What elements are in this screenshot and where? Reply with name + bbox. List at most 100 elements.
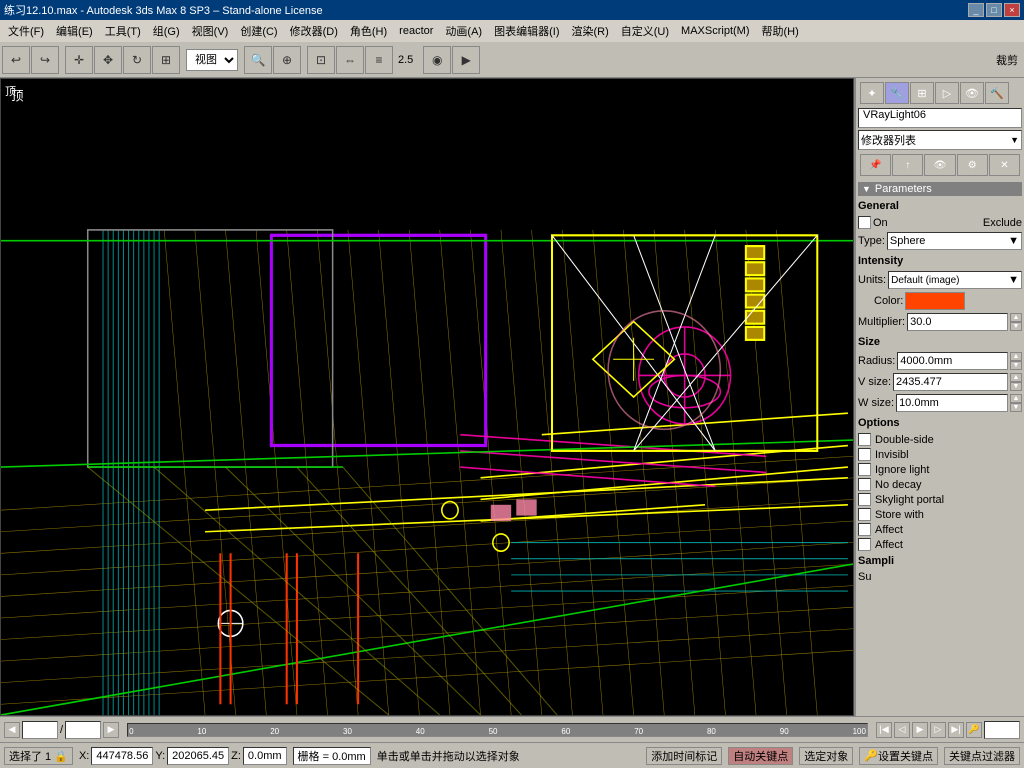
menu-tools[interactable]: 工具(T) <box>99 21 147 41</box>
menu-edit[interactable]: 编辑(E) <box>50 21 99 41</box>
menu-create[interactable]: 创建(C) <box>234 21 283 41</box>
tick-70: 70 <box>633 727 644 736</box>
vsize-value[interactable]: 2435.477 <box>893 373 1008 391</box>
align-button[interactable]: ≡ <box>365 46 393 74</box>
menu-render[interactable]: 渲染(R) <box>565 21 614 41</box>
rp-icon-display[interactable]: 👁 <box>960 82 984 104</box>
scene-svg: 顶 <box>1 79 853 715</box>
snap-button[interactable]: ⊡ <box>307 46 335 74</box>
add-time-label-btn[interactable]: 添加时间标记 <box>646 747 722 765</box>
redo-button[interactable]: ↪ <box>31 46 59 74</box>
affect2-checkbox[interactable] <box>858 538 871 551</box>
rp-icon-motion[interactable]: ▷ <box>935 82 959 104</box>
wsize-up[interactable]: ▲ <box>1010 394 1022 403</box>
play-button[interactable]: ▶ <box>912 722 928 738</box>
double-side-checkbox[interactable] <box>858 433 871 446</box>
render-button[interactable]: ▶ <box>452 46 480 74</box>
timeline-prev-button[interactable]: ◀ <box>4 722 20 738</box>
step-fwd-button[interactable]: ▷ <box>930 722 946 738</box>
go-start-button[interactable]: |◀ <box>876 722 892 738</box>
material-button[interactable]: ◉ <box>423 46 451 74</box>
radius-row: Radius: 4000.0mm ▲ ▼ <box>858 352 1022 370</box>
rotate-button[interactable]: ↻ <box>123 46 151 74</box>
view-dropdown[interactable]: 视图 <box>186 49 238 71</box>
menu-maxscript[interactable]: MAXScript(M) <box>675 23 755 39</box>
menu-modifier[interactable]: 修改器(D) <box>284 21 344 41</box>
x-field[interactable]: 447478.56 <box>91 747 153 765</box>
units-dropdown[interactable]: Default (image) ▼ <box>888 271 1022 289</box>
color-swatch[interactable] <box>905 292 965 310</box>
type-dropdown[interactable]: Sphere ▼ <box>887 232 1022 250</box>
timeline-track[interactable]: 0 10 20 30 40 50 60 70 80 90 100 <box>127 723 868 737</box>
multiplier-up[interactable]: ▲ <box>1010 313 1022 322</box>
tick-30: 30 <box>342 727 353 736</box>
set-key-btn[interactable]: 🔑 设置关键点 <box>859 747 938 765</box>
close-button[interactable]: × <box>1004 3 1020 17</box>
radius-value[interactable]: 4000.0mm <box>897 352 1008 370</box>
units-label: Units: <box>858 274 886 286</box>
current-frame-field[interactable]: 0 <box>22 721 58 739</box>
object-name-field[interactable]: VRayLight06 <box>858 108 1022 128</box>
mod-up-button[interactable]: ↑ <box>892 154 923 176</box>
minimize-button[interactable]: _ <box>968 3 984 17</box>
modifier-list-dropdown[interactable]: 修改器列表 ▼ <box>858 130 1022 150</box>
key-filter-btn[interactable]: 关键点过滤器 <box>944 747 1020 765</box>
z-field[interactable]: 0.0mm <box>243 747 287 765</box>
go-end-button[interactable]: ▶| <box>948 722 964 738</box>
timeline-next-button[interactable]: ▶ <box>103 722 119 738</box>
zoom-all-button[interactable]: ⊕ <box>273 46 301 74</box>
wsize-value[interactable]: 10.0mm <box>896 394 1008 412</box>
on-checkbox[interactable]: ✓ <box>858 216 871 229</box>
radius-up[interactable]: ▲ <box>1010 352 1022 361</box>
grid-info: 栅格 = 0.0mm <box>293 747 371 765</box>
mod-config-button[interactable]: ⚙ <box>957 154 988 176</box>
frame-rate-field[interactable]: 830 <box>984 721 1020 739</box>
mod-pin-button[interactable]: 📌 <box>860 154 891 176</box>
no-decay-checkbox[interactable] <box>858 478 871 491</box>
menu-group[interactable]: 组(G) <box>147 21 186 41</box>
rp-icon-modify[interactable]: 🔧 <box>885 82 909 104</box>
radius-down[interactable]: ▼ <box>1010 361 1022 370</box>
multiplier-value[interactable]: 30.0 <box>907 313 1008 331</box>
vsize-down[interactable]: ▼ <box>1010 382 1022 391</box>
rp-icon-utilities[interactable]: 🔨 <box>985 82 1009 104</box>
zoom-button[interactable]: 🔍 <box>244 46 272 74</box>
viewport[interactable]: 顶 <box>0 78 854 716</box>
affect2-row: Affect <box>858 538 1022 551</box>
select-object-btn[interactable]: 选定对象 <box>799 747 853 765</box>
menu-character[interactable]: 角色(H) <box>344 21 393 41</box>
vsize-up[interactable]: ▲ <box>1010 373 1022 382</box>
key-mode-button[interactable]: 🔑 <box>966 722 982 738</box>
menu-animation[interactable]: 动画(A) <box>439 21 488 41</box>
menu-graph-editor[interactable]: 图表编辑器(I) <box>488 21 565 41</box>
x-label: X: <box>79 750 89 762</box>
wsize-label: W size: <box>858 397 894 409</box>
skylight-portal-checkbox[interactable] <box>858 493 871 506</box>
mirror-button[interactable]: ⇔ <box>336 46 364 74</box>
rp-icon-hierarchy[interactable]: ⊞ <box>910 82 934 104</box>
mod-show-button[interactable]: 👁 <box>924 154 955 176</box>
menu-views[interactable]: 视图(V) <box>186 21 235 41</box>
ignore-light-checkbox[interactable]: ✓ <box>858 463 871 476</box>
auto-key-btn[interactable]: 自动关键点 <box>728 747 793 765</box>
store-with-checkbox[interactable] <box>858 508 871 521</box>
menu-help[interactable]: 帮助(H) <box>756 21 805 41</box>
menu-file[interactable]: 文件(F) <box>2 21 50 41</box>
rp-icon-create[interactable]: ✦ <box>860 82 884 104</box>
invisible-checkbox[interactable]: ✓ <box>858 448 871 461</box>
affect1-checkbox[interactable]: ✓ <box>858 523 871 536</box>
menu-customize[interactable]: 自定义(U) <box>615 21 675 41</box>
undo-button[interactable]: ↩ <box>2 46 30 74</box>
total-frame-field[interactable]: 100 <box>65 721 101 739</box>
multiplier-down[interactable]: ▼ <box>1010 322 1022 331</box>
scale-button[interactable]: ⊞ <box>152 46 180 74</box>
mod-delete-button[interactable]: ✕ <box>989 154 1020 176</box>
y-field[interactable]: 202065.45 <box>167 747 229 765</box>
select-button[interactable]: ✛ <box>65 46 93 74</box>
wsize-down[interactable]: ▼ <box>1010 403 1022 412</box>
menu-reactor[interactable]: reactor <box>393 23 439 39</box>
move-button[interactable]: ✥ <box>94 46 122 74</box>
step-back-button[interactable]: ◁ <box>894 722 910 738</box>
parameters-section-header[interactable]: ▼ Parameters <box>858 182 1022 196</box>
restore-button[interactable]: □ <box>986 3 1002 17</box>
